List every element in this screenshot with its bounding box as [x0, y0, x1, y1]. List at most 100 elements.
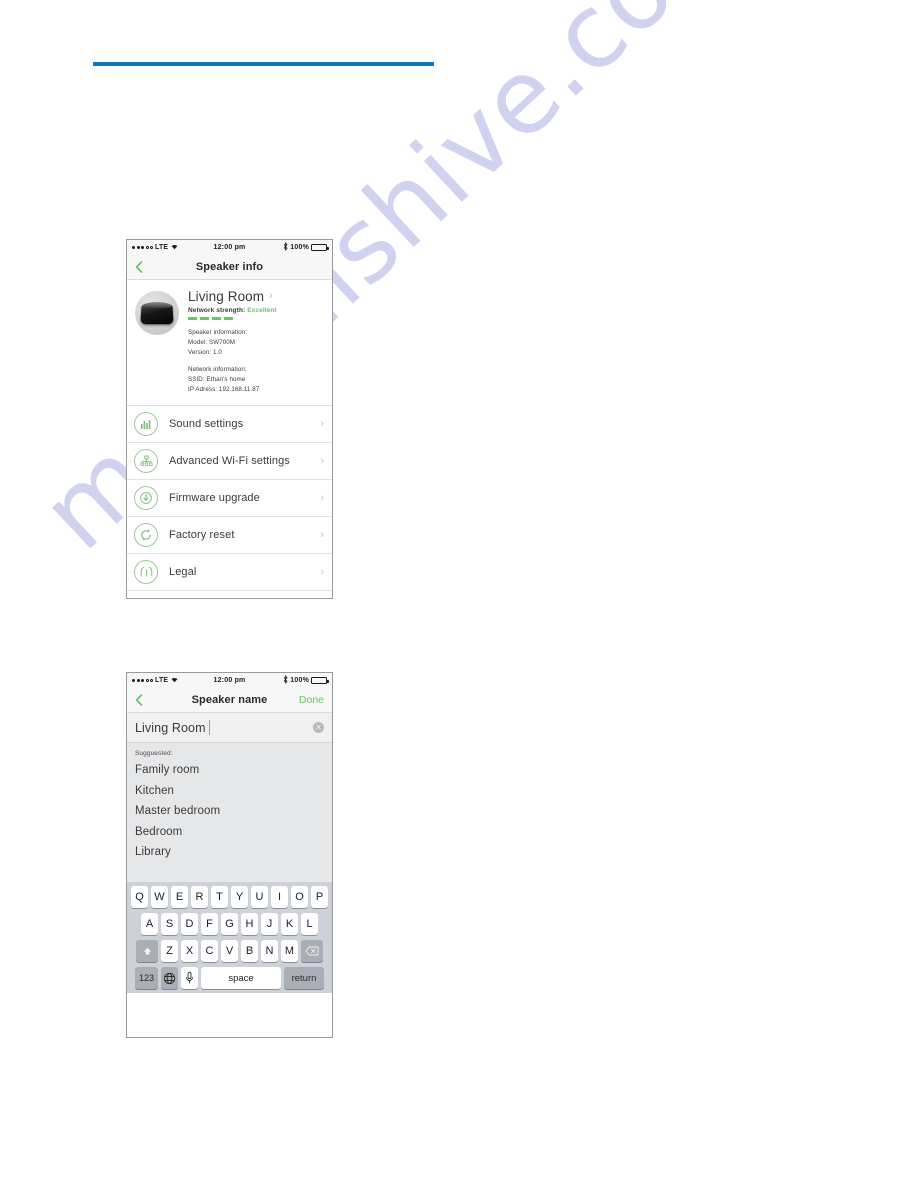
- speaker-summary-card: Living Room › Network strength: Excellen…: [127, 280, 332, 407]
- signal-strength-dots: [132, 245, 153, 249]
- key-l[interactable]: L: [301, 913, 318, 935]
- suggestion-item-family-room[interactable]: Family room: [135, 760, 324, 781]
- chevron-left-icon[interactable]: [133, 693, 145, 707]
- status-bar-right: 100%: [245, 241, 329, 253]
- wifi-icon: [170, 676, 179, 685]
- list-item-firmware-upgrade[interactable]: Firmware upgrade ›: [127, 480, 332, 518]
- microphone-icon[interactable]: [181, 967, 198, 989]
- chevron-right-icon: ›: [320, 418, 324, 431]
- backspace-icon[interactable]: [301, 940, 323, 962]
- equalizer-icon: [134, 412, 158, 437]
- speaker-name-row[interactable]: Living Room ›: [188, 289, 324, 304]
- list-item-label: Firmware upgrade: [169, 492, 260, 505]
- list-item-advanced-wifi-settings[interactable]: Advanced Wi-Fi settings ›: [127, 443, 332, 481]
- space-key[interactable]: space: [201, 967, 281, 989]
- status-bar-right: 100%: [245, 674, 329, 686]
- network-strength-value: Excellent: [247, 307, 277, 314]
- battery-percent-label: 100%: [290, 676, 310, 684]
- key-m[interactable]: M: [281, 940, 298, 962]
- bluetooth-icon: [283, 674, 288, 686]
- key-w[interactable]: W: [151, 886, 168, 908]
- list-item-sound-settings[interactable]: Sound settings ›: [127, 406, 332, 444]
- key-b[interactable]: B: [241, 940, 258, 962]
- key-e[interactable]: E: [171, 886, 188, 908]
- list-item-label: Factory reset: [169, 529, 235, 542]
- key-v[interactable]: V: [221, 940, 238, 962]
- carrier-label: LTE: [155, 243, 169, 251]
- chevron-right-icon: ›: [269, 290, 273, 302]
- suggestion-item-kitchen[interactable]: Kitchen: [135, 781, 324, 802]
- carrier-label: LTE: [155, 676, 169, 684]
- book-icon: [134, 560, 158, 585]
- nav-bar: Speaker info: [127, 254, 332, 280]
- key-q[interactable]: Q: [131, 886, 148, 908]
- key-h[interactable]: H: [241, 913, 258, 935]
- key-c[interactable]: C: [201, 940, 218, 962]
- network-strength-bars: [188, 317, 324, 320]
- numbers-key[interactable]: 123: [135, 967, 158, 989]
- status-bar-clock: 12:00 pm: [213, 243, 246, 251]
- suggestion-item-bedroom[interactable]: Bedroom: [135, 822, 324, 843]
- key-n[interactable]: N: [261, 940, 278, 962]
- key-g[interactable]: G: [221, 913, 238, 935]
- key-a[interactable]: A: [141, 913, 158, 935]
- refresh-circle-icon: [134, 523, 158, 548]
- speaker-name-input[interactable]: Living Room ✕: [127, 713, 332, 743]
- speaker-name: Living Room: [188, 289, 265, 304]
- speaker-product-image: [135, 291, 179, 335]
- speaker-name-input-value: Living Room: [135, 720, 206, 735]
- speaker-version: Version: 1.0: [188, 349, 222, 357]
- network-ip-address: IP Adress: 192.168.11.87: [188, 386, 260, 394]
- keyboard-row-4: 123 space return: [129, 967, 330, 989]
- globe-icon[interactable]: [161, 967, 178, 989]
- speaker-model: Model: SW700M: [188, 339, 236, 347]
- keyboard-row-1: Q W E R T Y U I O P: [129, 886, 330, 908]
- speaker-card-body: Living Room › Network strength: Excellen…: [188, 289, 324, 395]
- network-information-heading: Network information:: [188, 366, 247, 374]
- on-screen-keyboard: Q W E R T Y U I O P A S D F G H J K L Z: [127, 882, 332, 993]
- key-t[interactable]: T: [211, 886, 228, 908]
- key-f[interactable]: F: [201, 913, 218, 935]
- clear-circle-icon[interactable]: ✕: [313, 722, 324, 733]
- status-bar: LTE 12:00 pm 100%: [127, 240, 332, 254]
- battery-full-icon: [311, 676, 329, 684]
- battery-full-icon: [311, 243, 329, 251]
- key-p[interactable]: P: [311, 886, 328, 908]
- phone-screenshot-speaker-name: LTE 12:00 pm 100% Speaker name Done Livi…: [126, 672, 333, 1038]
- key-o[interactable]: O: [291, 886, 308, 908]
- page-header-rule: [93, 62, 434, 66]
- chevron-right-icon: ›: [320, 566, 324, 579]
- list-item-legal[interactable]: Legal ›: [127, 554, 332, 592]
- key-r[interactable]: R: [191, 886, 208, 908]
- suggestion-item-library[interactable]: Library: [135, 842, 324, 863]
- status-bar-left: LTE: [132, 243, 214, 252]
- network-information-block: Network information: SSID: Ethan's home …: [188, 365, 324, 395]
- key-u[interactable]: U: [251, 886, 268, 908]
- key-x[interactable]: X: [181, 940, 198, 962]
- keyboard-row-3: Z X C V B N M: [129, 940, 330, 962]
- key-k[interactable]: K: [281, 913, 298, 935]
- page-title: Speaker info: [195, 260, 264, 273]
- suggestions-label: Sugguested:: [135, 750, 173, 757]
- key-y[interactable]: Y: [231, 886, 248, 908]
- settings-list: Sound settings › Advanced Wi-Fi settings…: [127, 406, 332, 592]
- key-d[interactable]: D: [181, 913, 198, 935]
- network-tree-icon: [134, 449, 158, 474]
- key-z[interactable]: Z: [161, 940, 178, 962]
- speaker-information-block: Speaker information: Model: SW700M Versi…: [188, 328, 324, 358]
- key-s[interactable]: S: [161, 913, 178, 935]
- done-button[interactable]: Done: [299, 694, 324, 706]
- return-key[interactable]: return: [284, 967, 324, 989]
- shift-up-icon[interactable]: [136, 940, 158, 962]
- suggestion-item-master-bedroom[interactable]: Master bedroom: [135, 801, 324, 822]
- network-strength-row: Network strength: Excellent: [188, 307, 324, 314]
- status-bar-clock: 12:00 pm: [213, 676, 246, 684]
- list-item-factory-reset[interactable]: Factory reset ›: [127, 517, 332, 555]
- keyboard-row-2: A S D F G H J K L: [129, 913, 330, 935]
- nav-bar: Speaker name Done: [127, 687, 332, 713]
- chevron-right-icon: ›: [320, 455, 324, 468]
- wifi-icon: [170, 243, 179, 252]
- key-i[interactable]: I: [271, 886, 288, 908]
- chevron-left-icon[interactable]: [133, 260, 145, 274]
- key-j[interactable]: J: [261, 913, 278, 935]
